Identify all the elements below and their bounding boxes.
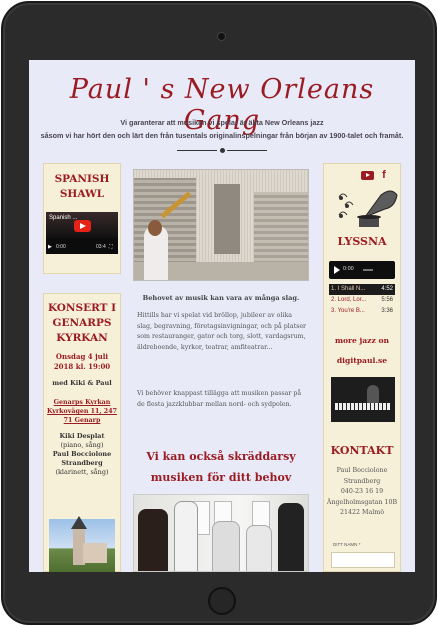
tablet-frame: Paul ' s New Orleans Gang Vi garanterar …	[1, 1, 437, 625]
clubs-paragraph: Vi behöver knappast tillägga att musiken…	[137, 390, 302, 408]
video-label: Spanish ...	[49, 215, 78, 221]
contact-title: KONTAKT	[330, 444, 394, 457]
fullscreen-icon[interactable]: ⛶	[109, 244, 113, 250]
performer-1-name: Kiki Desplat	[59, 432, 105, 440]
band-member-5	[278, 503, 304, 571]
contact-phone: 040-23 16 19	[340, 488, 384, 495]
piano-keys	[335, 403, 391, 410]
divider-line-left	[177, 150, 217, 151]
track-label: 2. Lord, Lor...	[331, 297, 367, 303]
audio-play-icon[interactable]	[334, 266, 340, 274]
left-sidebar: SPANISH SHAWL Spanish ... ▶ 0:00 03:4 ⛶	[43, 163, 121, 572]
divider-line-right	[227, 150, 267, 151]
video-controls: ▶ 0:00 03:4 ⛶	[46, 240, 118, 254]
performer-1-role: (piano, sång)	[60, 441, 104, 449]
intro-text: Vi garanterar att musiken vi spelar är ä…	[37, 116, 407, 142]
more-jazz-text: more jazz on	[334, 336, 390, 345]
content-area: SPANISH SHAWL Spanish ... ▶ 0:00 03:4 ⛶	[29, 163, 415, 572]
player-face	[148, 220, 162, 236]
trumpet-player-image	[133, 169, 309, 281]
gramophone-icon	[338, 190, 398, 227]
contact-city: 21422 Malmö	[339, 509, 384, 516]
website-screen: Paul ' s New Orleans Gang Vi garanterar …	[29, 60, 415, 572]
right-sidebar: f LYSSNA 0:00 1. I Shall N... 4:52 2. Lo…	[323, 163, 401, 572]
audio-progress[interactable]	[363, 269, 373, 271]
video-player[interactable]: Spanish ... ▶ 0:00 03:4 ⛶	[46, 212, 118, 254]
intro-line-2: såsom vi har hört den och lärt den från …	[40, 131, 404, 140]
more-jazz-link[interactable]: digitpaul.se	[323, 351, 401, 371]
camera-icon	[217, 32, 226, 41]
band-member-4	[246, 525, 272, 571]
video-card: SPANISH SHAWL Spanish ... ▶ 0:00 03:4 ⛶	[43, 163, 121, 274]
band-member-2	[174, 501, 198, 571]
concert-title: KONSERT I GENARPS KYRKAN	[47, 302, 117, 344]
youtube-play-icon[interactable]	[74, 220, 91, 232]
name-input[interactable]	[331, 552, 395, 568]
concert-date: Onsdag 4 juli 2018 kl. 19:00	[53, 352, 111, 371]
name-label-text: DITT NAMN	[333, 542, 358, 547]
home-button[interactable]	[208, 587, 236, 615]
audio-time: 0:00	[343, 266, 354, 272]
divider-dot	[220, 148, 225, 153]
audio-player[interactable]: 0:00	[329, 261, 395, 279]
tailor-headline: Vi kan också skräddarsy musiken för ditt…	[146, 450, 296, 484]
intro-line-1: Vi garanterar att musiken vi spelar är ä…	[120, 118, 324, 127]
church-spire	[71, 516, 87, 529]
listen-title: LYSSNA	[337, 235, 387, 248]
piano-photo	[331, 377, 395, 422]
music-caption: Behovet av musik kan vara av många slag.	[142, 294, 300, 302]
performer-2-role: (klarinett, sång)	[55, 468, 109, 476]
church-nave	[83, 543, 107, 563]
main-column: Behovet av musik kan vara av många slag.…	[129, 163, 313, 572]
social-links: f	[361, 169, 386, 181]
track-label: 1. I Shall N...	[331, 286, 366, 292]
required-marker: *	[358, 542, 361, 547]
contact-street: Ängelholmsgatan 10B	[326, 498, 398, 506]
divider-ornament	[177, 148, 267, 154]
video-card-title: SPANISH SHAWL	[54, 173, 110, 200]
band-member-3	[212, 521, 240, 571]
church-image	[49, 516, 115, 572]
track-item[interactable]: 3. You're B... 3:36	[329, 306, 395, 317]
playlist: 1. I Shall N... 4:52 2. Lord, Lor... 5:5…	[329, 284, 395, 317]
band-photo	[133, 494, 309, 572]
cathedral	[214, 184, 240, 254]
venues-paragraph: Hittills har vi spelat vid bröllop, jubi…	[137, 312, 307, 351]
play-icon[interactable]: ▶	[48, 244, 52, 250]
youtube-icon[interactable]	[361, 170, 374, 180]
name-field-label: DITT NAMN *	[333, 542, 360, 547]
video-time-end: 03:4	[96, 244, 106, 250]
track-item[interactable]: 1. I Shall N... 4:52	[329, 284, 395, 295]
video-time-start: 0:00	[56, 244, 66, 250]
facebook-icon[interactable]: f	[382, 169, 386, 181]
performer-2-name: Paul Bocciolone Strandberg	[52, 450, 112, 467]
contact-name: Paul Bocciolone Strandberg	[336, 467, 388, 485]
concert-with: med Kiki & Paul	[52, 379, 112, 387]
band-member-1	[138, 509, 168, 571]
track-duration: 5:56	[381, 297, 393, 303]
track-label: 3. You're B...	[331, 308, 365, 314]
concert-address-link[interactable]: Genarps Kyrkan Kyrkovägen 11, 247 71 Gen…	[44, 398, 120, 425]
track-duration: 3:36	[381, 308, 393, 314]
more-jazz-block: more jazz on digitpaul.se	[323, 331, 401, 371]
track-duration: 4:52	[381, 286, 393, 292]
track-item[interactable]: 2. Lord, Lor... 5:56	[329, 295, 395, 306]
contact-info: Paul Bocciolone Strandberg 040-23 16 19 …	[323, 466, 401, 519]
